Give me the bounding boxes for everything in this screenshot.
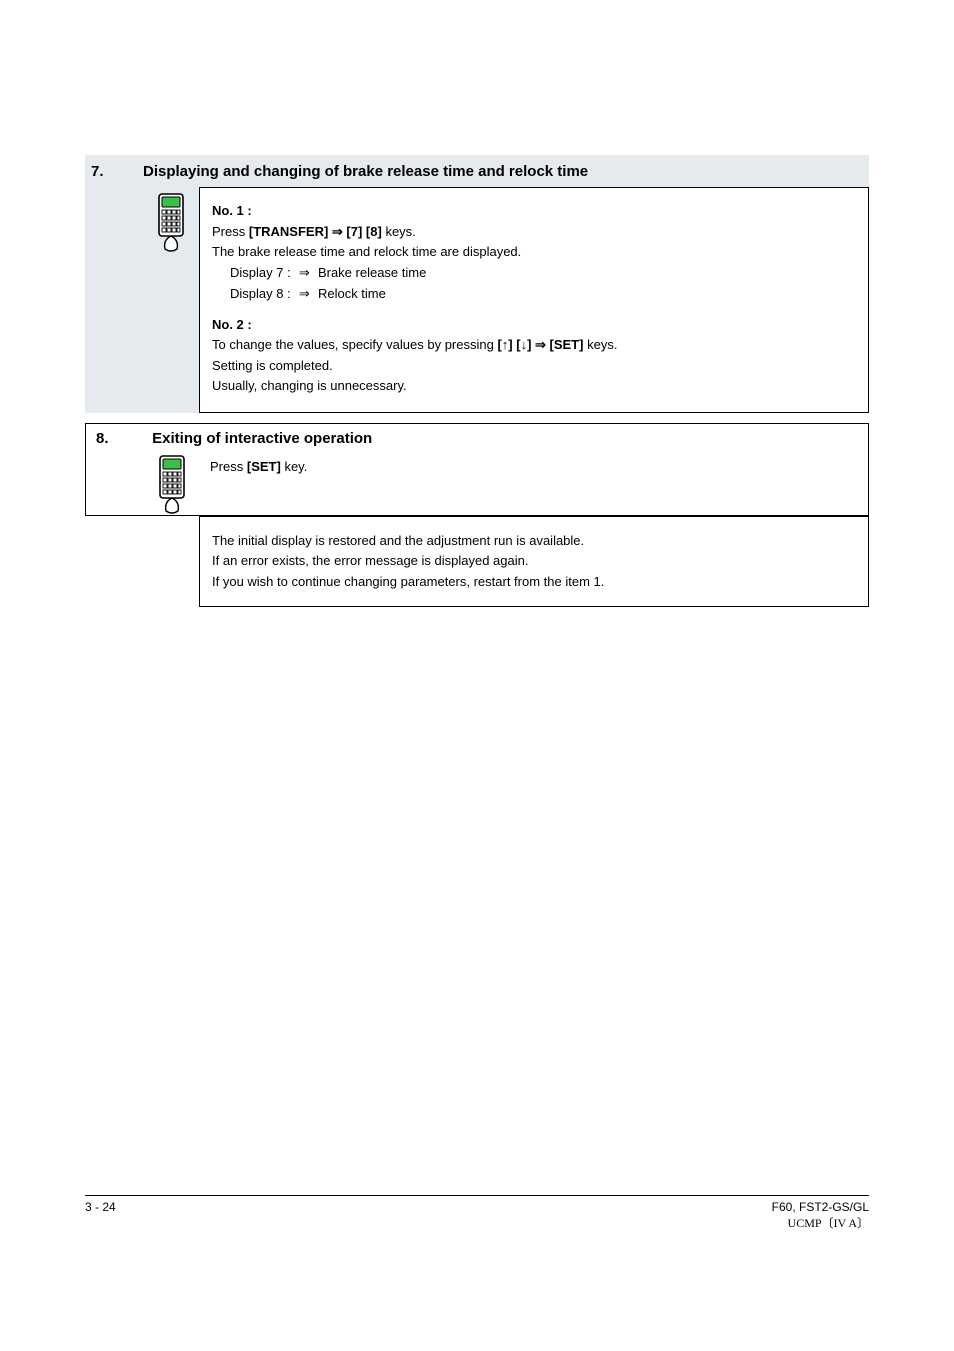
section-8-icon-col [144,453,200,515]
page-footer: 3 - 24 F60, FST2-GS/GL UCMP〔IV A〕 [85,1195,869,1231]
sec8-box-l3: If you wish to continue changing paramet… [212,573,856,591]
no2-line1: To change the values, specify values by … [212,336,856,354]
disp8-row: Display 8 : ⇒ Relock time [212,285,856,304]
sec8-box-l1: The initial display is restored and the … [212,532,856,550]
section-7-title: Displaying and changing of brake release… [143,163,588,180]
section-7-body: No. 1 : Press [TRANSFER] ⇒ [7] [8] keys.… [85,187,869,413]
section-8-title: Exiting of interactive operation [152,430,372,447]
section-8-body-row: The initial display is restored and the … [85,516,869,607]
no2-line1-pre: To change the values, specify values by … [212,337,494,352]
no2-line3: Usually, changing is unnecessary. [212,377,856,395]
disp7-label: Display 7 : [230,265,291,280]
arrow-icon: ⇒ [294,265,314,283]
section-8-intro-text: Press [SET] key. [200,453,868,515]
no2-line1-post: keys. [587,337,617,352]
section-7-number: 7. [85,163,143,180]
disp8-label: Display 8 : [230,286,291,301]
disp8-value: Relock time [318,286,386,301]
footer-model: F60, FST2-GS/GL [669,1200,869,1214]
no2-label: No. 2 : [212,316,856,334]
section-7-header: 7. Displaying and changing of brake rele… [85,155,869,187]
arrow-icon: ⇒ [294,286,314,304]
no1-line2: The brake release time and relock time a… [212,243,856,261]
handheld-device-icon [156,193,186,413]
no1-line1: Press [TRANSFER] ⇒ [7] [8] keys. [212,223,856,241]
disp7-value: Brake release time [318,265,426,280]
sec8-intro-bold: [SET] [247,459,281,474]
handheld-device-icon [157,455,187,515]
sec8-intro-pre: Press [210,459,243,474]
section-7-gutter [85,187,143,413]
no1-label: No. 1 : [212,202,856,220]
sec8-box-l2: If an error exists, the error message is… [212,552,856,570]
no1-line1-post: keys. [385,224,415,239]
footer-page-number: 3 - 24 [85,1200,205,1231]
section-8-header: 8. Exiting of interactive operation [85,423,869,453]
no1-line1-bold: [TRANSFER] ⇒ [7] [8] [249,224,382,239]
section-8-detail-box: The initial display is restored and the … [199,516,869,607]
disp7-row: Display 7 : ⇒ Brake release time [212,264,856,283]
no1-line1-pre: Press [212,224,245,239]
section-7-icon-col [143,187,199,413]
section-8-number: 8. [96,430,148,447]
no2-line2: Setting is completed. [212,357,856,375]
section-7-box: No. 1 : Press [TRANSFER] ⇒ [7] [8] keys.… [199,187,869,413]
section-8-intro-box: Press [SET] key. [85,453,869,516]
footer-series: UCMP〔IV A〕 [669,1214,869,1231]
no2-line1-bold: [↑] [↓] ⇒ [SET] [497,337,583,352]
sec8-intro-post: key. [284,459,307,474]
